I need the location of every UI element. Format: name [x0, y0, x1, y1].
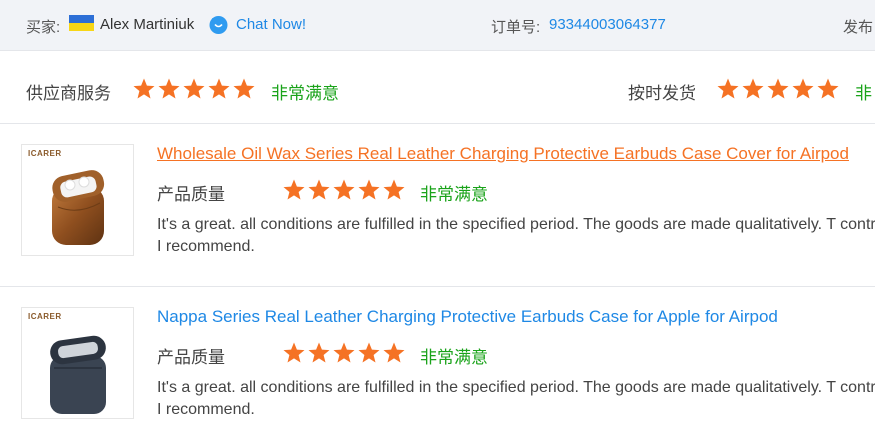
- buyer-name: Alex Martiniuk: [100, 16, 195, 33]
- review-comment: It's a great. all conditions are fulfill…: [157, 216, 875, 255]
- star-icon[interactable]: [357, 341, 381, 365]
- supplier-service-stars[interactable]: [132, 77, 256, 101]
- brand-logo: ICARER: [28, 312, 62, 321]
- star-icon[interactable]: [816, 77, 840, 101]
- star-icon[interactable]: [332, 178, 356, 202]
- star-icon[interactable]: [232, 77, 256, 101]
- product-thumbnail[interactable]: ICARER: [21, 307, 134, 419]
- star-icon[interactable]: [282, 178, 306, 202]
- star-icon[interactable]: [791, 77, 815, 101]
- order-review-page: 买家: Alex Martiniuk Chat Now! 订单号: 933440…: [0, 0, 875, 427]
- chat-now-link[interactable]: Chat Now!: [236, 16, 306, 33]
- on-time-shipping-stars[interactable]: [716, 77, 840, 101]
- star-icon[interactable]: [716, 77, 740, 101]
- buyer-label: 买家:: [26, 19, 61, 36]
- star-icon[interactable]: [741, 77, 765, 101]
- star-icon[interactable]: [182, 77, 206, 101]
- product-title-link[interactable]: Nappa Series Real Leather Charging Prote…: [157, 307, 778, 327]
- order-number-label: 订单号:: [491, 19, 541, 36]
- ship-date-label: 发布: [843, 19, 874, 36]
- on-time-shipping-label: 按时发货: [628, 84, 696, 103]
- star-icon[interactable]: [332, 341, 356, 365]
- product-review-item: ICARER Wholesale Oil Wax Series Real Lea…: [0, 124, 875, 287]
- airpods-black-case-image: [50, 335, 106, 414]
- star-icon[interactable]: [282, 341, 306, 365]
- star-icon[interactable]: [207, 77, 231, 101]
- star-icon[interactable]: [766, 77, 790, 101]
- product-thumbnail[interactable]: ICARER: [21, 144, 134, 256]
- product-title-link[interactable]: Wholesale Oil Wax Series Real Leather Ch…: [157, 144, 849, 164]
- star-icon[interactable]: [382, 178, 406, 202]
- product-quality-label: 产品质量: [157, 185, 225, 204]
- star-icon[interactable]: [157, 77, 181, 101]
- star-icon[interactable]: [307, 178, 331, 202]
- star-icon[interactable]: [357, 178, 381, 202]
- on-time-shipping-rating-text: 非: [855, 84, 872, 103]
- product-quality-rating-text: 非常满意: [420, 185, 488, 204]
- ukraine-flag-icon: [69, 15, 94, 31]
- order-header-bar: 买家: Alex Martiniuk Chat Now! 订单号: 933440…: [0, 0, 875, 51]
- airpods-leather-case-image: [52, 170, 105, 245]
- product-quality-stars[interactable]: [282, 341, 406, 365]
- star-icon[interactable]: [132, 77, 156, 101]
- review-comment: It's a great. all conditions are fulfill…: [157, 379, 875, 418]
- star-icon[interactable]: [382, 341, 406, 365]
- supplier-service-label: 供应商服务: [26, 84, 111, 103]
- order-number[interactable]: 93344003064377: [549, 16, 666, 33]
- product-quality-rating-text: 非常满意: [420, 348, 488, 367]
- product-quality-label: 产品质量: [157, 348, 225, 367]
- supplier-rating-row: 供应商服务 非常满意 按时发货 非: [0, 51, 875, 124]
- star-icon[interactable]: [307, 341, 331, 365]
- product-review-item: ICARER Nappa Series Real Leather Chargin…: [0, 287, 875, 427]
- supplier-service-rating-text: 非常满意: [271, 84, 339, 103]
- product-quality-stars[interactable]: [282, 178, 406, 202]
- chat-bubble-icon[interactable]: [208, 14, 229, 35]
- brand-logo: ICARER: [28, 149, 62, 158]
